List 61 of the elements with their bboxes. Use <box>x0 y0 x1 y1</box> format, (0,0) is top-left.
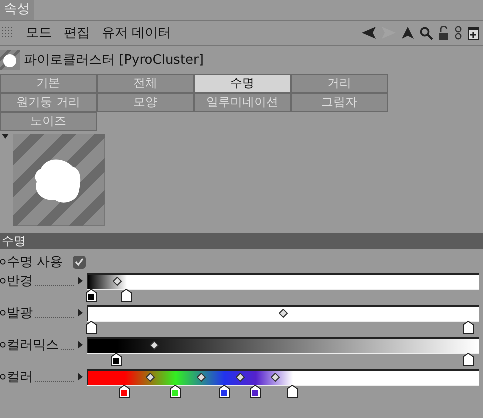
new-panel-icon[interactable] <box>468 26 479 40</box>
window-title: 속성 <box>0 0 34 20</box>
field-label: 수명 사용 <box>7 254 64 271</box>
gradient-bar[interactable] <box>87 368 479 386</box>
tab[interactable]: 노이즈 <box>0 112 97 131</box>
midpoint-handle[interactable] <box>146 372 156 382</box>
chain-icon[interactable] <box>455 26 462 40</box>
menu-item[interactable]: 모드 <box>26 24 52 42</box>
expand-arrow-icon[interactable] <box>78 309 83 317</box>
color-stop-handle[interactable] <box>86 321 97 334</box>
color-stop-handle[interactable] <box>86 289 97 302</box>
midpoint-handle[interactable] <box>236 372 245 382</box>
midpoint-handle[interactable] <box>279 308 288 318</box>
field-label: 반경 <box>7 273 33 290</box>
section-header: 수명 <box>0 233 483 249</box>
midpoint-handle[interactable] <box>271 372 280 382</box>
midpoint-handle[interactable] <box>196 372 206 382</box>
expand-arrow-icon[interactable] <box>78 341 83 349</box>
midpoint-handle[interactable] <box>150 340 159 350</box>
gradient-bar[interactable] <box>87 304 479 322</box>
color-stop-handle[interactable] <box>121 289 132 302</box>
bullet-icon <box>0 374 6 380</box>
gradient-bar[interactable] <box>87 272 479 290</box>
object-name: 파이로클러스터 [PyroCluster] <box>24 52 204 69</box>
collapse-arrow-icon[interactable] <box>2 134 9 139</box>
tab[interactable]: 기본 <box>0 74 97 93</box>
bullet-icon <box>0 278 6 284</box>
color-stop-handle[interactable] <box>287 385 298 398</box>
expand-arrow-icon[interactable] <box>78 373 83 381</box>
expand-arrow-icon[interactable] <box>78 277 83 285</box>
checkbox[interactable] <box>73 256 86 268</box>
tab[interactable]: 일루미네이션 <box>194 93 291 112</box>
tab[interactable]: 모양 <box>97 93 194 112</box>
bullet-icon <box>0 342 6 348</box>
tab[interactable]: 수명 <box>194 74 291 93</box>
field-label: 컬러 <box>7 369 33 386</box>
color-stop-handle[interactable] <box>463 353 474 366</box>
cloud-icon <box>0 50 20 70</box>
lock-icon[interactable] <box>439 26 449 40</box>
field-label: 컬러믹스 <box>7 337 59 354</box>
tab[interactable]: 원기둥 거리 <box>0 93 97 112</box>
tab[interactable]: 그림자 <box>291 93 388 112</box>
search-icon[interactable] <box>420 26 433 40</box>
color-stop-handle[interactable] <box>250 385 262 398</box>
menu-item[interactable]: 유저 데이터 <box>102 24 172 42</box>
color-stop-handle[interactable] <box>463 321 474 334</box>
bullet-icon <box>0 259 6 265</box>
grip-icon[interactable] <box>2 27 14 39</box>
midpoint-handle[interactable] <box>112 276 122 286</box>
color-stop-handle[interactable] <box>170 385 181 398</box>
field-label: 발광 <box>7 305 33 322</box>
color-stop-handle[interactable] <box>119 385 130 398</box>
back-arrow-icon[interactable] <box>362 27 376 39</box>
gradient-bar[interactable] <box>87 336 479 354</box>
tab[interactable]: 전체 <box>97 74 194 93</box>
color-stop-handle[interactable] <box>111 353 122 366</box>
tab[interactable]: 거리 <box>291 74 388 93</box>
up-arrow-icon[interactable] <box>402 27 414 39</box>
color-stop-handle[interactable] <box>218 385 230 398</box>
bullet-icon <box>0 310 6 316</box>
menu-item[interactable]: 편집 <box>64 24 90 42</box>
